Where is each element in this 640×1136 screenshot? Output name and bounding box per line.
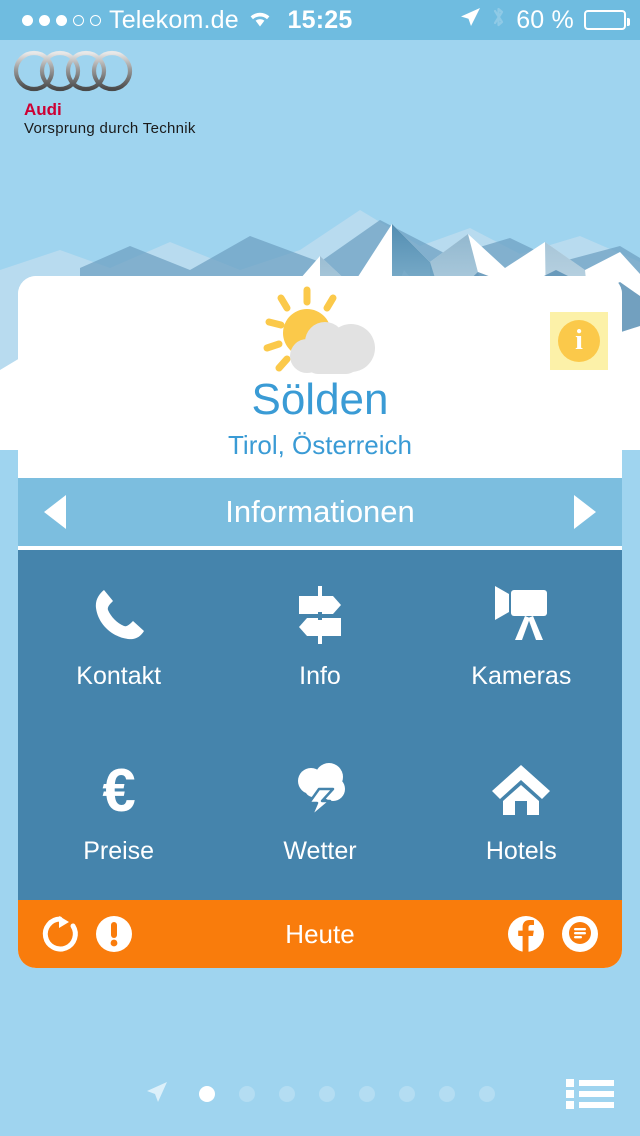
info-badge-button[interactable]: i (550, 312, 608, 370)
page-dot-2[interactable] (239, 1086, 255, 1102)
feature-grid: Kontakt Info Kameras € Preise Wetter Hot… (18, 550, 622, 900)
tile-label: Info (299, 662, 341, 690)
location-arrow-icon (459, 6, 481, 35)
tile-info[interactable]: Info (219, 550, 420, 725)
arrow-left-icon[interactable] (44, 495, 66, 529)
tile-wetter[interactable]: Wetter (219, 725, 420, 900)
page-dot-6[interactable] (399, 1086, 415, 1102)
house-icon (490, 759, 552, 821)
battery-percent-label: 60 % (516, 5, 574, 34)
video-camera-icon (489, 584, 553, 646)
page-dot-5[interactable] (359, 1086, 375, 1102)
page-dot-4[interactable] (319, 1086, 335, 1102)
page-dot-1[interactable] (199, 1086, 215, 1102)
action-bar-left (40, 914, 134, 954)
resort-card: i Sölden Tirol, Österreich Informationen… (18, 276, 622, 968)
section-nav-bar: Informationen (18, 478, 622, 550)
section-title: Informationen (225, 494, 415, 529)
refresh-icon[interactable] (40, 914, 80, 954)
tile-label: Wetter (283, 837, 357, 865)
list-menu-icon[interactable] (566, 1077, 614, 1111)
phone-icon (88, 584, 150, 646)
sun-behind-cloud-icon (255, 286, 385, 383)
status-bar-left: Telekom.de (0, 6, 459, 35)
signal-strength-icon (22, 14, 101, 26)
resort-region: Tirol, Österreich (228, 430, 412, 461)
bluetooth-icon (491, 5, 506, 36)
status-bar-right: 60 % (459, 5, 640, 36)
app-screen: Telekom.de 15:25 60 % Audi Vorsprung dur… (0, 0, 640, 1136)
page-indicator-bar (0, 1074, 640, 1114)
resort-name: Sölden (251, 375, 389, 424)
audi-slogan: Vorsprung durch Technik (24, 119, 196, 137)
tile-label: Preise (83, 837, 155, 865)
card-header: i Sölden Tirol, Österreich (18, 276, 622, 478)
tile-kontakt[interactable]: Kontakt (18, 550, 219, 725)
audi-rings-icon (12, 46, 196, 101)
page-dot-3[interactable] (279, 1086, 295, 1102)
carrier-label: Telekom.de (109, 5, 239, 34)
arrow-right-icon[interactable] (574, 495, 596, 529)
tile-label: Hotels (485, 837, 557, 865)
tile-hotels[interactable]: Hotels (421, 725, 622, 900)
page-dots (0, 1080, 640, 1109)
tile-label: Kontakt (76, 662, 162, 690)
audi-wordmark: Audi (24, 100, 62, 119)
cloud-lightning-icon (289, 759, 351, 821)
action-bar: Heute (18, 900, 622, 968)
tile-kameras[interactable]: Kameras (421, 550, 622, 725)
audi-brand-logo: Audi Vorsprung durch Technik (12, 46, 196, 138)
alert-exclamation-icon[interactable] (94, 914, 134, 954)
status-bar: Telekom.de 15:25 60 % (0, 0, 640, 40)
wifi-icon (247, 6, 273, 35)
euro-icon: € (88, 759, 150, 821)
page-dot-8[interactable] (479, 1086, 495, 1102)
page-dot-7[interactable] (439, 1086, 455, 1102)
chat-bubble-icon[interactable] (560, 914, 600, 954)
svg-text:€: € (102, 759, 135, 821)
action-bar-right (506, 914, 600, 954)
battery-icon (584, 10, 630, 30)
location-arrow-icon[interactable] (145, 1080, 169, 1109)
tile-label: Kameras (471, 662, 572, 690)
tile-preise[interactable]: € Preise (18, 725, 219, 900)
signpost-icon (289, 584, 351, 646)
info-circle-icon: i (558, 320, 600, 362)
facebook-icon[interactable] (506, 914, 546, 954)
